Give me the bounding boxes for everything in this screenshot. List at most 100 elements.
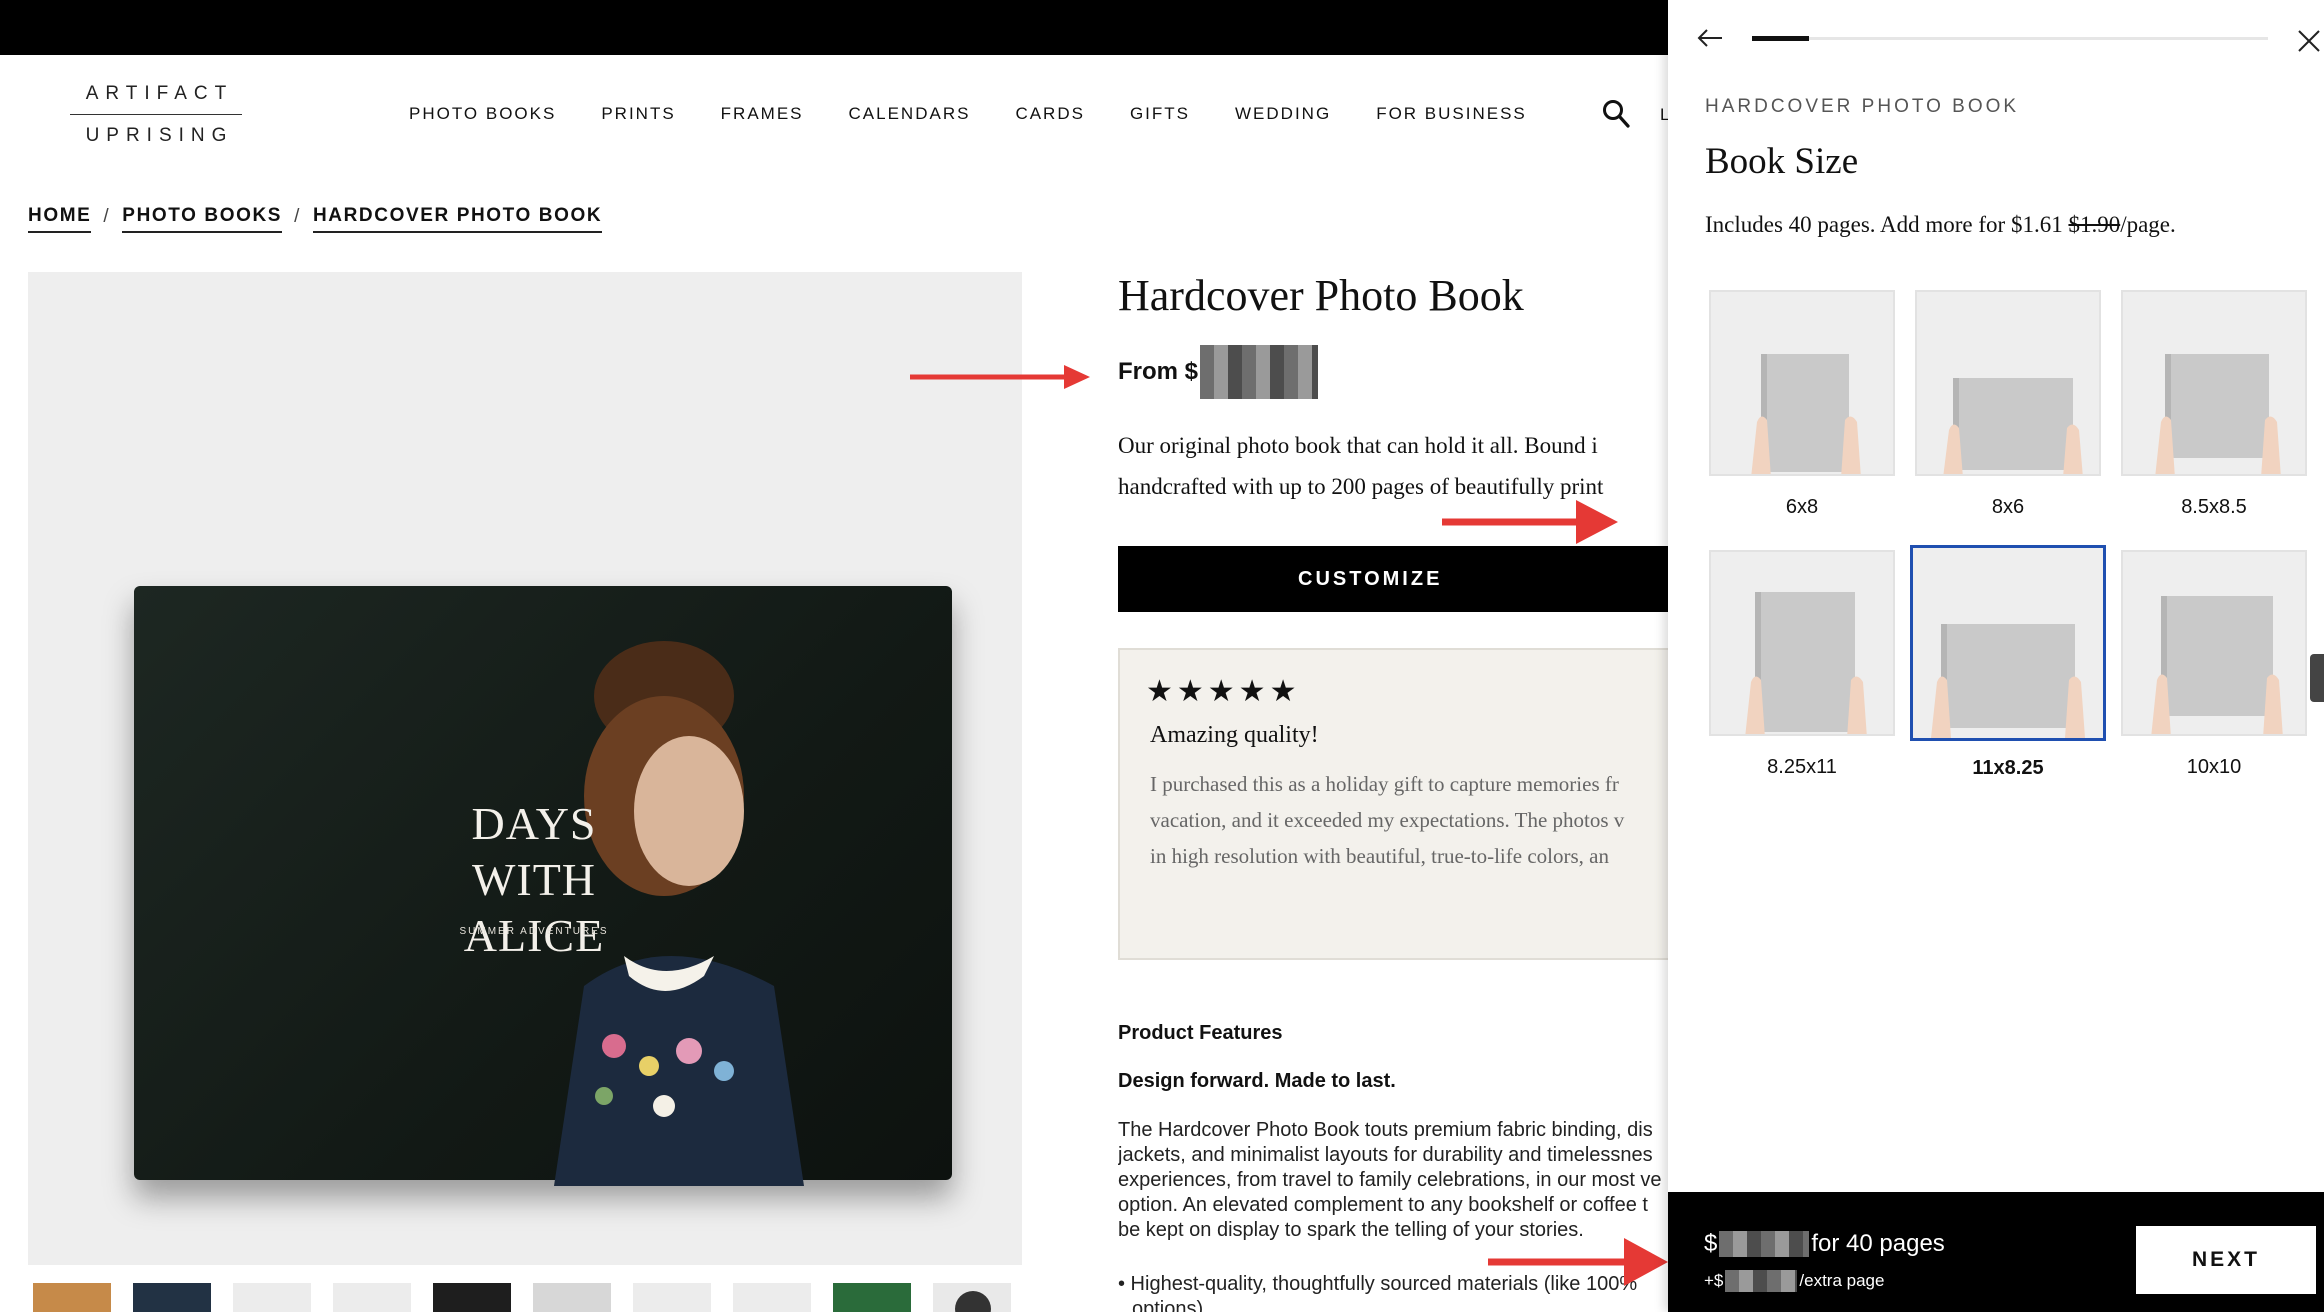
close-icon[interactable] [2296, 28, 2322, 54]
extra-suffix: /extra page [1799, 1271, 1885, 1290]
video-thumbnail[interactable] [933, 1283, 1011, 1312]
product-description: Our original photo book that can hold it… [1118, 425, 1668, 507]
footer-total-price: $ for 40 pages [1704, 1230, 1945, 1258]
size-option-8-25x11[interactable]: 8.25x11 [1709, 550, 1895, 779]
book-in-hands-icon [1931, 624, 2085, 738]
customize-button[interactable]: CUSTOMIZE [1118, 546, 1670, 612]
pricing-suffix: /page. [2120, 212, 2176, 237]
review-body: I purchased this as a holiday gift to ca… [1150, 766, 1676, 874]
nav-for-business[interactable]: FOR BUSINESS [1376, 104, 1527, 124]
book-in-hands-icon [1943, 378, 2083, 474]
review-line: I purchased this as a holiday gift to ca… [1150, 772, 1619, 796]
footer-extra-page-price: +$ /extra page [1704, 1270, 1884, 1292]
features-body: The Hardcover Photo Book touts premium f… [1118, 1118, 1678, 1243]
product-price: From $ [1118, 345, 1319, 399]
size-option-image [1910, 545, 2106, 741]
logo-text-bottom: UPRISING [85, 125, 234, 146]
next-button[interactable]: NEXT [2136, 1226, 2316, 1294]
back-arrow-icon[interactable] [1696, 26, 1724, 50]
book-cover-title: DAYS WITH ALICE [463, 798, 605, 961]
book-size-panel: HARDCOVER PHOTO BOOK Book Size Includes … [1668, 0, 2324, 1312]
annotation-arrow-footer [1488, 1238, 1668, 1286]
site-header: ARTIFACT UPRISING PHOTO BOOKS PRINTS FRA… [0, 55, 1669, 170]
review-line: vacation, and it exceeded my expectation… [1150, 808, 1625, 832]
footer-price-suffix: for 40 pages [1811, 1230, 1945, 1257]
nav-photo-books[interactable]: PHOTO BOOKS [409, 104, 556, 124]
annotation-arrow-price [910, 365, 1090, 389]
thumbnail-strip [33, 1283, 1011, 1312]
breadcrumb-separator: / [294, 206, 301, 227]
main-nav: PHOTO BOOKS PRINTS FRAMES CALENDARS CARD… [409, 104, 1572, 124]
progress-bar [1752, 36, 2268, 41]
breadcrumb-photo-books[interactable]: PHOTO BOOKS [122, 205, 283, 233]
price-prefix: From $ [1118, 358, 1199, 385]
panel-footer: $ for 40 pages +$ /extra page NEXT [1668, 1192, 2324, 1312]
product-hero-image: DAYS WITH ALICE SUMMER ADVENTURES [28, 272, 1022, 1265]
book-in-hands-icon [1745, 592, 1867, 734]
search-icon[interactable] [1602, 99, 1630, 129]
gallery-thumbnail[interactable] [333, 1283, 411, 1312]
book-cover-photo: DAYS WITH ALICE SUMMER ADVENTURES [134, 586, 952, 1186]
gallery-thumbnail[interactable] [633, 1283, 711, 1312]
panel-eyebrow: HARDCOVER PHOTO BOOK [1705, 96, 2020, 117]
nav-frames[interactable]: FRAMES [721, 104, 804, 124]
logo-text-top: ARTIFACT [85, 83, 234, 104]
gallery-thumbnail[interactable] [733, 1283, 811, 1312]
breadcrumb-hardcover[interactable]: HARDCOVER PHOTO BOOK [312, 205, 603, 233]
size-option-image [2121, 290, 2307, 476]
play-icon [955, 1291, 991, 1312]
breadcrumb: HOME / PHOTO BOOKS / HARDCOVER PHOTO BOO… [28, 205, 603, 233]
footer-price-prefix: $ [1704, 1230, 1718, 1257]
review-line: in high resolution with beautiful, true-… [1150, 844, 1609, 868]
gallery-thumbnail[interactable] [233, 1283, 311, 1312]
gallery-thumbnail[interactable] [833, 1283, 911, 1312]
redacted-extra [1725, 1270, 1798, 1292]
size-option-10x10[interactable]: 10x10 [2121, 550, 2307, 779]
gallery-thumbnail[interactable] [133, 1283, 211, 1312]
size-label: 8.25x11 [1767, 756, 1837, 778]
page-pricing-note: Includes 40 pages. Add more for $1.61 $1… [1705, 212, 2176, 238]
features-line: jackets, and minimalist layouts for dura… [1118, 1144, 1653, 1166]
size-label: 8.5x8.5 [2181, 496, 2247, 518]
size-label: 8x6 [1991, 496, 2025, 518]
size-option-11x8-25[interactable]: 11x8.25 [1910, 545, 2106, 780]
book-cover-subtitle: SUMMER ADVENTURES [459, 926, 609, 937]
features-line: The Hardcover Photo Book touts premium f… [1118, 1119, 1653, 1141]
redacted-total [1719, 1231, 1810, 1257]
features-line: option. An elevated complement to any bo… [1118, 1194, 1648, 1216]
features-heading: Product Features [1118, 1022, 1283, 1044]
gallery-thumbnail[interactable] [533, 1283, 611, 1312]
breadcrumb-separator: / [103, 206, 111, 227]
size-option-image [1709, 550, 1895, 736]
nav-calendars[interactable]: CALENDARS [849, 104, 971, 124]
nav-wedding[interactable]: WEDDING [1235, 104, 1331, 124]
nav-prints[interactable]: PRINTS [601, 104, 675, 124]
original-page-price: $1.90 [2068, 212, 2121, 237]
gallery-thumbnail[interactable] [33, 1283, 111, 1312]
size-label: 11x8.25 [1972, 757, 2044, 779]
brand-logo[interactable]: ARTIFACT UPRISING [70, 83, 242, 147]
features-subheading: Design forward. Made to last. [1118, 1070, 1396, 1092]
size-option-image [1915, 290, 2101, 476]
book-in-hands-icon [2155, 354, 2281, 474]
size-option-8x6[interactable]: 8x6 [1915, 290, 2101, 519]
features-line: experiences, from travel to family celeb… [1118, 1169, 1662, 1191]
size-option-image [1709, 290, 1895, 476]
progress-fill [1752, 36, 1809, 41]
review-card: ★★★★★ Amazing quality! I purchased this … [1118, 648, 1678, 960]
logo-rule [70, 114, 242, 115]
description-line: Our original photo book that can hold it… [1118, 433, 1598, 458]
pricing-text: Includes 40 pages. Add more for $1.61 [1705, 212, 2069, 237]
size-option-image [2121, 550, 2307, 736]
book-in-hands-icon [1751, 354, 1861, 474]
redacted-price [1200, 345, 1319, 399]
breadcrumb-home[interactable]: HOME [28, 205, 92, 233]
feedback-side-tab[interactable] [2310, 654, 2324, 702]
extra-prefix: +$ [1704, 1271, 1724, 1290]
size-option-6x8[interactable]: 6x8 [1709, 290, 1895, 519]
nav-cards[interactable]: CARDS [1015, 104, 1085, 124]
gallery-thumbnail[interactable] [433, 1283, 511, 1312]
nav-gifts[interactable]: GIFTS [1130, 104, 1190, 124]
size-option-8-5x8-5[interactable]: 8.5x8.5 [2121, 290, 2307, 519]
size-label: 10x10 [2186, 756, 2242, 778]
